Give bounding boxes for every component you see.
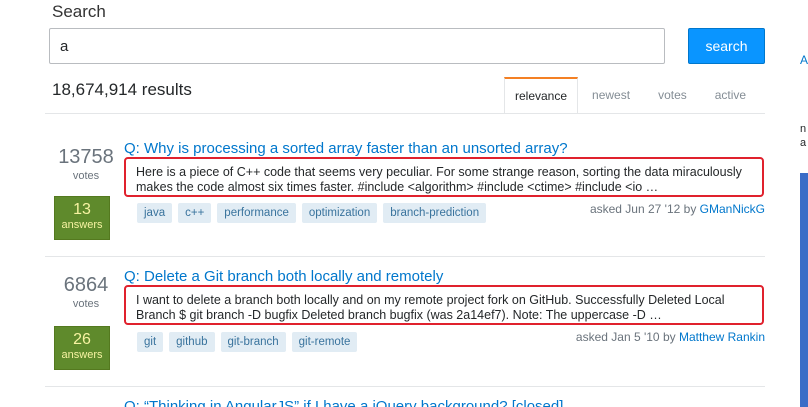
- vote-stats: 6864 votes: [45, 274, 127, 310]
- search-heading: Search: [52, 2, 106, 21]
- tab-newest[interactable]: newest: [578, 77, 644, 113]
- question-title-link[interactable]: Q: “Thinking in AngularJS” if I have a j…: [124, 398, 563, 407]
- tag[interactable]: java: [137, 203, 173, 223]
- results-count: 18,674,914 results: [52, 80, 192, 99]
- asked-info: asked Jun 27 '12 by GManNickG: [590, 202, 765, 216]
- tag[interactable]: optimization: [301, 203, 378, 223]
- question-title-link[interactable]: Q: Why is processing a sorted array fast…: [124, 140, 568, 157]
- votes-label: votes: [72, 298, 100, 310]
- answers-box: 26 answers: [54, 326, 110, 370]
- sidebar-link[interactable]: A: [800, 53, 808, 67]
- tag-list: git github git-branch git-remote: [137, 332, 358, 352]
- tab-votes[interactable]: votes: [644, 77, 701, 113]
- result-divider: [45, 386, 765, 387]
- vote-stats: 13758 votes: [45, 146, 127, 182]
- tag[interactable]: github: [169, 332, 215, 352]
- tag-list: java c++ performance optimization branch…: [137, 203, 487, 223]
- answers-count: 13: [73, 201, 91, 218]
- votes-label: votes: [72, 170, 100, 182]
- tab-relevance[interactable]: relevance: [504, 77, 579, 113]
- result-divider: [45, 256, 765, 257]
- sidebar-panel: [800, 173, 808, 407]
- user-link[interactable]: Matthew Rankin: [679, 330, 765, 344]
- votes-count: 13758: [58, 146, 114, 168]
- question-title-link[interactable]: Q: Delete a Git branch both locally and …: [124, 268, 443, 285]
- search-input[interactable]: [49, 28, 665, 64]
- asked-date: asked Jun 27 '12 by: [589, 202, 700, 216]
- tag[interactable]: git-remote: [291, 332, 358, 352]
- user-link[interactable]: GManNickG: [700, 202, 765, 216]
- answers-label: answers: [61, 219, 103, 231]
- tag[interactable]: branch-prediction: [383, 203, 487, 223]
- tag[interactable]: performance: [217, 203, 296, 223]
- answers-box: 13 answers: [54, 196, 110, 240]
- tab-active[interactable]: active: [701, 77, 760, 113]
- question-excerpt: Here is a piece of C++ code that seems v…: [124, 157, 764, 197]
- search-result: 13758 votes 13 answers Q: Why is process…: [45, 140, 765, 250]
- answers-label: answers: [61, 349, 103, 361]
- search-result: 6864 votes 26 answers Q: Delete a Git br…: [45, 268, 765, 378]
- tag[interactable]: git: [137, 332, 164, 352]
- sidebar-text: na: [800, 123, 807, 149]
- tag[interactable]: c++: [178, 203, 212, 223]
- search-button[interactable]: search: [688, 28, 765, 64]
- search-result: Q: “Thinking in AngularJS” if I have a j…: [45, 398, 765, 407]
- question-excerpt: I want to delete a branch both locally a…: [124, 285, 764, 325]
- tag[interactable]: git-branch: [220, 332, 286, 352]
- votes-count: 6864: [63, 274, 109, 296]
- answers-count: 26: [73, 331, 91, 348]
- asked-date: asked Jan 5 '10 by: [575, 330, 679, 344]
- tabs-divider: [45, 113, 765, 114]
- sort-tabs: relevance newest votes active: [504, 77, 760, 113]
- asked-info: asked Jan 5 '10 by Matthew Rankin: [576, 330, 765, 344]
